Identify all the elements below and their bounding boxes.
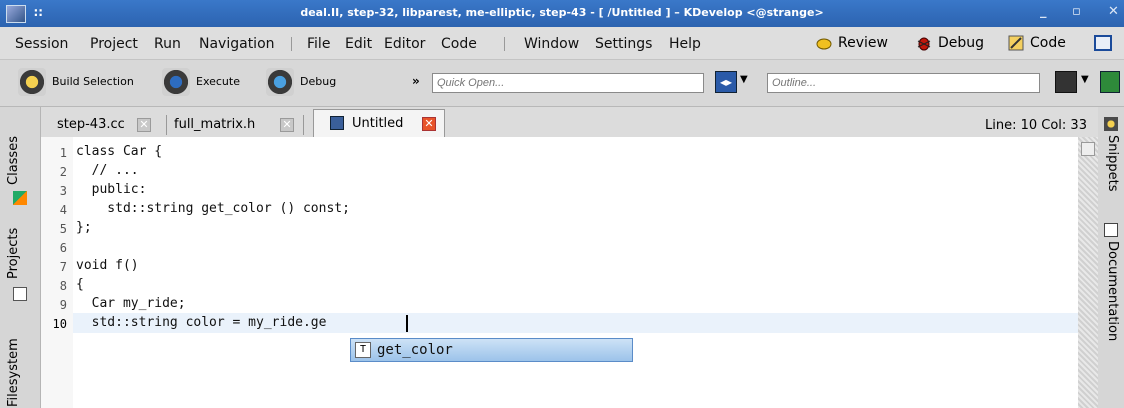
scroll-up-button[interactable] — [1081, 142, 1095, 156]
area-review-label: Review — [838, 35, 888, 51]
window-titlebar[interactable]: ∷ deal.II, step-32, libparest, me-ellipt… — [0, 0, 1124, 27]
debug-gear-icon — [266, 68, 294, 96]
code-editor[interactable] — [41, 137, 1098, 408]
code-line[interactable]: class Car { — [76, 144, 162, 159]
dock-tab-snippets[interactable]: Snippets — [1105, 135, 1120, 191]
menu-edit[interactable]: Edit — [345, 36, 372, 52]
minimize-icon[interactable]: _ — [1040, 4, 1047, 19]
vertical-scrollbar[interactable] — [1078, 137, 1098, 408]
close-window-icon[interactable]: ✕ — [1108, 4, 1119, 19]
menu-separator — [291, 37, 292, 51]
toolbar-extra-icon[interactable] — [1100, 71, 1120, 93]
cursor-position-status: Line: 10 Col: 33 — [985, 118, 1087, 133]
document-tab-bar: step-43.cc ✕ full_matrix.h ✕ Untitled ✕ … — [41, 107, 1098, 138]
tab-separator — [166, 115, 167, 135]
line-number: 7 — [59, 260, 67, 274]
classes-icon — [13, 191, 27, 205]
area-review-button[interactable]: Review — [816, 32, 906, 54]
area-code-button[interactable]: Code — [1008, 32, 1084, 54]
code-line[interactable]: std::string get_color () const; — [76, 201, 350, 216]
line-number: 9 — [59, 298, 67, 312]
execute-label: Execute — [196, 75, 240, 88]
execute-button[interactable]: Execute — [162, 68, 252, 96]
line-number: 5 — [59, 222, 67, 236]
navigate-dropdown-chevron-icon[interactable]: ▼ — [740, 74, 748, 85]
menu-file[interactable]: File — [307, 36, 330, 52]
forward-dropdown-chevron-icon[interactable]: ▼ — [1081, 74, 1089, 85]
tab-untitled[interactable]: Untitled ✕ — [313, 109, 445, 137]
navigate-icon[interactable]: ◂▸ — [715, 71, 737, 93]
area-code-label: Code — [1030, 35, 1066, 51]
menu-session[interactable]: Session — [15, 36, 68, 52]
maximize-icon[interactable]: ▫ — [1072, 4, 1081, 19]
left-dock: Classes Projects Filesystem — [0, 107, 41, 408]
code-line[interactable]: public: — [76, 182, 147, 197]
main-toolbar: Build Selection Execute Debug » ◂▸ ▼ ▼ — [0, 60, 1124, 107]
tab-full-matrix-h[interactable]: full_matrix.h ✕ — [174, 113, 294, 137]
code-line[interactable]: void f() — [76, 258, 139, 273]
documentation-icon — [1104, 223, 1118, 237]
menu-run[interactable]: Run — [154, 36, 181, 52]
line-number-current: 10 — [52, 317, 67, 331]
code-line[interactable]: Car my_ride; — [76, 296, 186, 311]
right-dock: Snippets Documentation — [1098, 107, 1124, 408]
dock-tab-projects[interactable]: Projects — [6, 228, 21, 279]
menu-help[interactable]: Help — [669, 36, 701, 52]
area-debug-label: Debug — [938, 35, 985, 51]
close-tab-icon[interactable]: ✕ — [422, 117, 436, 131]
text-cursor — [406, 315, 408, 332]
menu-settings[interactable]: Settings — [595, 36, 652, 52]
close-tab-icon[interactable]: ✕ — [280, 118, 294, 132]
menu-bar: Session Project Run Navigation File Edit… — [0, 27, 1124, 60]
line-number: 6 — [59, 241, 67, 255]
debug-button[interactable]: Debug — [266, 68, 346, 96]
review-icon — [816, 38, 832, 50]
line-number: 4 — [59, 203, 67, 217]
menu-project[interactable]: Project — [90, 36, 138, 52]
menu-editor[interactable]: Editor — [384, 36, 425, 52]
execute-gear-icon — [162, 68, 190, 96]
close-tab-icon[interactable]: ✕ — [137, 118, 151, 132]
line-number: 3 — [59, 184, 67, 198]
menu-code[interactable]: Code — [441, 36, 477, 52]
forward-nav-icon[interactable] — [1055, 71, 1077, 93]
quick-open-input[interactable] — [432, 73, 704, 93]
tab-label: Untitled — [352, 116, 404, 131]
code-line[interactable]: }; — [76, 220, 92, 235]
line-number: 8 — [59, 279, 67, 293]
code-completion-popup[interactable]: T get_color — [350, 338, 633, 362]
save-disk-icon — [330, 116, 344, 130]
toolbar-overflow-icon[interactable]: » — [412, 74, 420, 88]
tab-step-43-cc[interactable]: step-43.cc ✕ — [57, 113, 157, 137]
outline-input[interactable] — [767, 73, 1040, 93]
dock-tab-classes[interactable]: Classes — [6, 136, 21, 185]
line-number: 1 — [59, 146, 67, 160]
tab-label: step-43.cc — [57, 117, 125, 132]
completion-item-get-color[interactable]: get_color — [377, 342, 453, 358]
tab-separator — [303, 115, 304, 135]
build-selection-button[interactable]: Build Selection — [18, 68, 138, 96]
window-area-icon[interactable] — [1094, 35, 1112, 51]
menu-window[interactable]: Window — [524, 36, 579, 52]
dock-tab-documentation[interactable]: Documentation — [1105, 241, 1120, 341]
window-title: deal.II, step-32, libparest, me-elliptic… — [300, 6, 824, 19]
tab-label: full_matrix.h — [174, 117, 256, 132]
projects-icon — [13, 287, 27, 301]
line-number: 2 — [59, 165, 67, 179]
debug-label: Debug — [300, 75, 337, 88]
build-gear-icon — [18, 68, 46, 96]
code-line[interactable]: { — [76, 277, 84, 292]
method-type-icon: T — [355, 342, 371, 358]
build-selection-label: Build Selection — [52, 75, 134, 88]
menu-separator — [504, 37, 505, 51]
code-line[interactable]: // ... — [76, 163, 139, 178]
snippets-gear-icon — [1104, 117, 1118, 131]
bug-icon — [917, 37, 931, 51]
code-line-current[interactable]: std::string color = my_ride.ge — [76, 315, 327, 330]
pencil-icon — [1008, 35, 1024, 51]
area-debug-button[interactable]: Debug — [916, 32, 996, 54]
menu-navigation[interactable]: Navigation — [199, 36, 275, 52]
dock-tab-filesystem[interactable]: Filesystem — [6, 338, 21, 407]
